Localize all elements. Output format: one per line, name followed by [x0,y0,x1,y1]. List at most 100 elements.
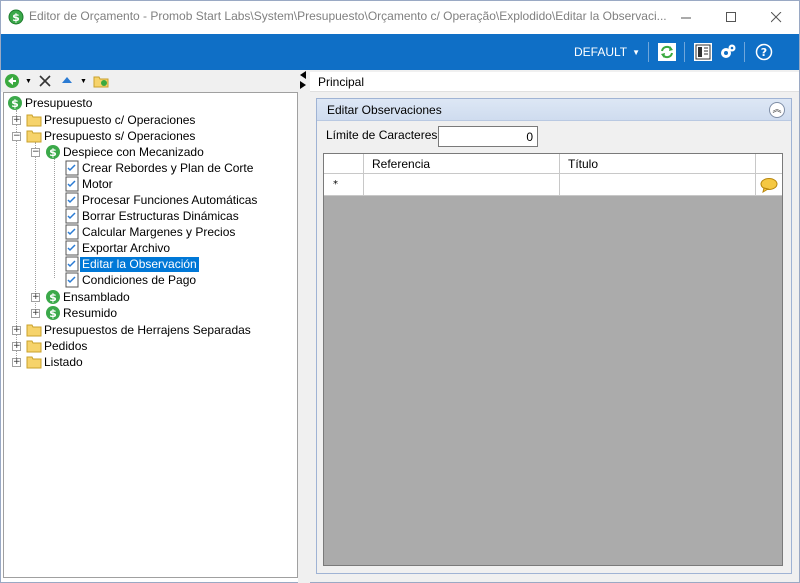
checklist-icon [65,208,79,224]
close-button[interactable] [754,2,799,32]
back-arrow-icon[interactable] [4,73,20,89]
limit-label: Límite de Caracteres [326,128,438,142]
folder-open-icon [26,130,42,143]
layout-view-icon[interactable] [694,43,712,61]
tree-item-ensamblado[interactable]: $ Ensamblado [45,289,132,305]
expand-toggle[interactable]: + [12,326,21,335]
checklist-icon [65,256,79,272]
main-toolbar: DEFAULT ▼ ? [1,34,799,70]
svg-text:?: ? [761,46,767,59]
referencia-cell[interactable] [364,174,560,196]
dollar-tree-icon: $ [46,145,60,159]
tab-principal[interactable]: Principal [310,72,799,92]
chevron-down-icon[interactable]: ▼ [25,73,32,89]
limit-characters-input[interactable] [438,126,538,147]
row-header-cell: * [324,174,364,196]
tree-item-label: Listado [44,354,83,369]
column-label: Título [568,157,599,171]
profile-dropdown[interactable]: DEFAULT ▼ [574,45,640,59]
tree-item-presupuesto-c-operaciones[interactable]: Presupuesto c/ Operaciones [26,112,197,128]
help-icon[interactable]: ? [755,43,773,61]
column-header-titulo[interactable]: Título [560,154,756,174]
tree-item-calcular-margenes[interactable]: Calcular Margenes y Precios [64,224,237,240]
tree-item-label: Pedidos [44,338,88,353]
minimize-button[interactable] [664,2,709,32]
tree-item-condiciones-de-pago[interactable]: Condiciones de Pago [64,272,198,288]
maximize-button[interactable] [709,2,754,32]
tree-view[interactable]: $ Presupuesto + Presupuesto c/ Operacion… [3,92,298,578]
tab-label: Principal [318,75,365,89]
tree-line [35,142,36,312]
tree-item-label: Crear Rebordes y Plan de Corte [82,160,254,175]
tree-item-exportar-archivo[interactable]: Exportar Archivo [64,240,172,256]
observations-grid[interactable]: Referencia Título * [323,153,783,566]
tree-toolbar: ▼ ▼ [1,70,298,92]
svg-text:$: $ [49,307,57,320]
titulo-cell[interactable] [560,174,756,196]
column-label: Referencia [372,157,431,171]
tree-item-listado[interactable]: Listado [26,354,85,370]
chevron-down-icon: ▼ [632,47,641,57]
dollar-tree-icon: $ [8,96,22,110]
tree-item-label: Editar la Observación [80,256,199,272]
tree-item-pedidos[interactable]: Pedidos [26,338,89,354]
folder-icon [26,340,42,353]
collapse-toggle[interactable]: − [31,148,40,157]
checklist-icon [65,160,79,176]
svg-text:$: $ [49,146,57,159]
tree-item-label: Procesar Funciones Automáticas [82,192,258,207]
tree-line [16,110,17,360]
collapse-toggle[interactable]: − [12,132,21,141]
tree-item-label: Resumido [63,305,118,320]
tree-item-label: Ensamblado [63,289,130,304]
tree-item-procesar-funciones[interactable]: Procesar Funciones Automáticas [64,192,259,208]
tree-item-motor[interactable]: Motor [64,176,115,192]
column-header-referencia[interactable]: Referencia [364,154,560,174]
dollar-tree-icon: $ [46,290,60,304]
splitter-arrows-icon[interactable] [298,70,310,90]
svg-text:$: $ [11,97,19,110]
grid-header: Referencia Título [324,154,782,174]
refresh-icon[interactable] [658,43,676,61]
tree-item-presupuesto[interactable]: $ Presupuesto [7,95,94,111]
checklist-icon [65,240,79,256]
expand-toggle[interactable]: + [12,342,21,351]
tree-item-borrar-estructuras[interactable]: Borrar Estructuras Dinámicas [64,208,241,224]
tree-item-label: Presupuesto c/ Operaciones [44,112,196,127]
tree-item-despiece-con-mecanizado[interactable]: $ Despiece con Mecanizado [45,144,206,160]
tree-item-label: Calcular Margenes y Precios [82,224,236,239]
panel-splitter[interactable] [298,70,310,583]
tree-item-label: Condiciones de Pago [82,272,197,287]
tree-item-label: Presupuestos de Herrajens Separadas [44,322,251,337]
tree-item-label: Presupuesto [25,95,93,110]
checklist-icon [65,176,79,192]
comment-cell[interactable] [756,174,782,196]
chevron-down-icon[interactable]: ▼ [80,73,87,89]
toolbar-separator [684,42,685,62]
tree-item-editar-la-observacion[interactable]: Editar la Observación [64,256,199,272]
folder-icon [26,356,42,369]
comment-bubble-icon[interactable] [760,177,778,193]
folder-refresh-icon[interactable] [93,73,109,89]
tree-item-presupuestos-herrajens[interactable]: Presupuestos de Herrajens Separadas [26,322,253,338]
checklist-icon [65,192,79,208]
tree-item-resumido[interactable]: $ Resumido [45,305,119,321]
dollar-tree-icon: $ [46,306,60,320]
collapse-up-icon[interactable]: ︽ [769,102,785,118]
toolbar-separator [648,42,649,62]
expand-toggle[interactable]: + [31,309,40,318]
move-up-icon[interactable] [60,73,74,89]
folder-icon [26,114,42,127]
column-header-action [756,154,782,174]
expand-toggle[interactable]: + [31,293,40,302]
settings-gears-icon[interactable] [719,43,737,61]
tree-item-label: Borrar Estructuras Dinámicas [82,208,239,223]
tree-item-presupuesto-s-operaciones[interactable]: Presupuesto s/ Operaciones [26,128,197,144]
tree-item-crear-rebordes[interactable]: Crear Rebordes y Plan de Corte [64,160,255,176]
delete-icon[interactable] [38,73,52,89]
new-row[interactable]: * [324,174,782,196]
expand-toggle[interactable]: + [12,358,21,367]
folder-icon [26,324,42,337]
expand-toggle[interactable]: + [12,116,21,125]
svg-text:$: $ [49,291,57,304]
